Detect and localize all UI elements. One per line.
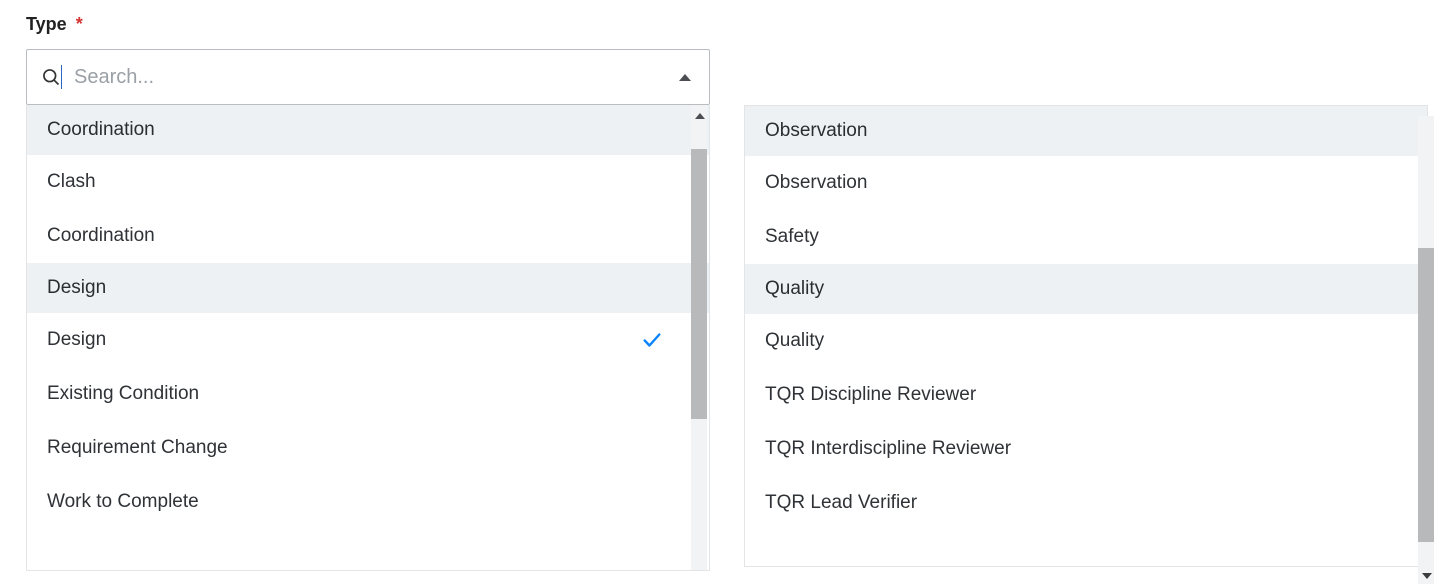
list-item[interactable]: Clash — [27, 155, 709, 209]
group-header-label: Quality — [765, 278, 824, 299]
list-item-label: Clash — [47, 171, 96, 193]
list-item[interactable]: TQR Discipline Reviewer — [745, 368, 1427, 422]
list-item-label: Safety — [765, 226, 819, 248]
collapse-caret-icon[interactable] — [679, 74, 691, 81]
list-item[interactable]: TQR Interdiscipline Reviewer — [745, 422, 1427, 476]
search-input[interactable] — [74, 66, 679, 89]
check-icon — [641, 329, 663, 351]
list-item[interactable]: Safety — [745, 210, 1427, 264]
list-item-label: Work to Complete — [47, 491, 199, 513]
group-header-label: Design — [47, 277, 106, 298]
list-item-label: Observation — [765, 172, 867, 194]
list-item-label: Coordination — [47, 225, 155, 247]
group-header: Observation — [745, 106, 1427, 156]
group-header: Design — [27, 263, 709, 313]
type-options-panel-left: Coordination Clash Coordination Design Desig… — [26, 105, 710, 571]
group-header-label: Observation — [765, 120, 867, 141]
list-item[interactable]: Existing Condition — [27, 367, 709, 421]
list-item[interactable]: Design — [27, 313, 709, 367]
text-cursor — [61, 65, 62, 89]
group-header: Coordination — [27, 105, 709, 155]
type-options-list-left[interactable]: Coordination Clash Coordination Design Desig… — [27, 105, 709, 570]
list-item-label: TQR Interdiscipline Reviewer — [765, 438, 1011, 460]
page-scrollbar-thumb[interactable] — [1418, 248, 1434, 542]
type-dropdown-right: Observation Observation Safety Quality Quali… — [744, 49, 1428, 571]
type-dropdown-left: Coordination Clash Coordination Design Desig… — [26, 49, 710, 571]
search-icon — [41, 67, 61, 87]
search-box[interactable] — [26, 49, 710, 105]
list-item-label: Existing Condition — [47, 383, 199, 405]
list-item[interactable]: TQR Lead Verifier — [745, 476, 1427, 530]
field-label-text: Type — [26, 14, 67, 34]
group-header: Quality — [745, 264, 1427, 314]
list-item-label: Design — [47, 329, 106, 351]
list-item-label: TQR Lead Verifier — [765, 492, 917, 514]
list-item-label: Quality — [765, 330, 824, 352]
list-item-label: TQR Discipline Reviewer — [765, 384, 976, 406]
list-item[interactable]: Requirement Change — [27, 421, 709, 475]
type-options-list-right[interactable]: Observation Observation Safety Quality Quali… — [745, 106, 1427, 566]
list-item[interactable]: Coordination — [27, 209, 709, 263]
scroll-up-icon[interactable] — [695, 113, 705, 119]
required-asterisk: * — [76, 14, 83, 34]
list-item[interactable]: Quality — [745, 314, 1427, 368]
list-item[interactable]: Work to Complete — [27, 475, 709, 529]
list-item[interactable]: Observation — [745, 156, 1427, 210]
field-label: Type * — [0, 0, 1436, 35]
scrollbar-thumb[interactable] — [691, 149, 707, 419]
list-item-label: Requirement Change — [47, 437, 228, 459]
group-header-label: Coordination — [47, 119, 155, 140]
type-options-panel-right: Observation Observation Safety Quality Quali… — [744, 105, 1428, 567]
page-scroll-down-icon[interactable] — [1422, 573, 1432, 579]
